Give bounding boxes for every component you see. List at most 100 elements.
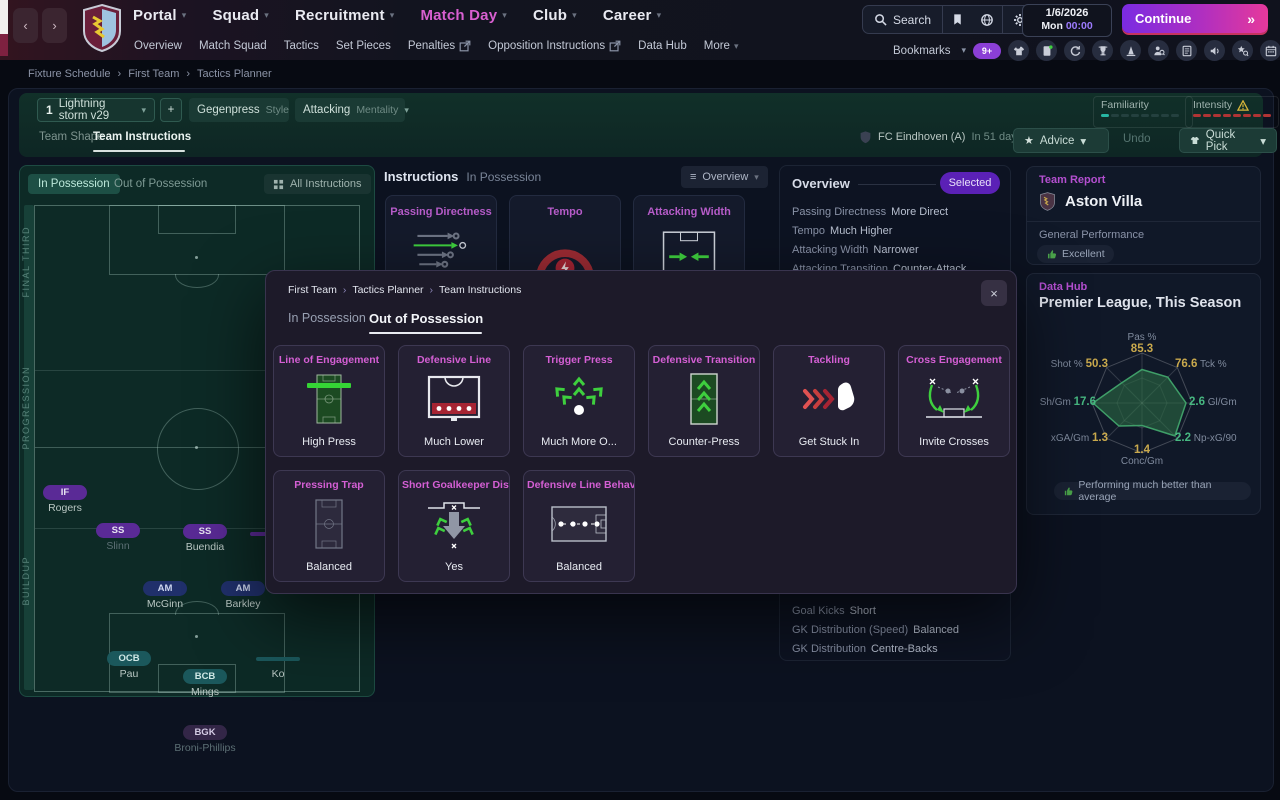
tactic-slot-number: 1 xyxy=(46,103,53,117)
subnav-set-pieces[interactable]: Set Pieces xyxy=(336,40,391,52)
subnav-match-squad[interactable]: Match Squad xyxy=(199,40,267,52)
tactic-select[interactable]: 1 Lightning storm v29 ▾ xyxy=(37,98,155,122)
instruction-card-line-of-engagement[interactable]: Line of Engagement High Press xyxy=(273,345,385,457)
inbox-badge[interactable]: 9+ xyxy=(973,42,1002,59)
player-mings[interactable]: BCB Mings xyxy=(157,666,253,698)
view-dropdown[interactable]: ≡ Overview ▾ xyxy=(681,166,768,188)
modal-tab-in-possession[interactable]: In Possession xyxy=(288,311,366,325)
nav-career[interactable]: Career ▾ xyxy=(603,7,661,24)
announcement-icon[interactable] xyxy=(1204,40,1226,61)
instruction-card-defensive-line[interactable]: Defensive Line Much Lower xyxy=(398,345,510,457)
nav-club[interactable]: Club ▾ xyxy=(533,7,577,24)
club-row[interactable]: Aston Villa xyxy=(1039,191,1142,212)
subnav-opposition-instructions[interactable]: Opposition Instructions xyxy=(488,40,621,52)
thumbs-up-icon xyxy=(1064,487,1073,495)
tab-team-instructions[interactable]: Team Instructions xyxy=(93,131,191,143)
search-toolbar: Search xyxy=(862,5,1039,34)
instruction-card-trigger-press[interactable]: Trigger Press Much More O... xyxy=(523,345,635,457)
subnav-penalties[interactable]: Penalties xyxy=(408,40,471,52)
globe-icon xyxy=(981,13,993,26)
crumb-tactics-planner[interactable]: Tactics Planner xyxy=(197,68,272,80)
instruction-card-defensive-transition[interactable]: Defensive Transition Counter-Press xyxy=(648,345,760,457)
subnav-more[interactable]: More ▾ xyxy=(704,40,739,52)
player-role-badge[interactable]: IF xyxy=(43,485,87,500)
bookmarks-label[interactable]: Bookmarks xyxy=(893,45,951,57)
history-back-button[interactable]: ‹ xyxy=(13,8,38,43)
player-broni-phillips[interactable]: BGK Broni-Phillips xyxy=(157,722,253,754)
pitch-tab-out-of-possession[interactable]: Out of Possession xyxy=(104,174,217,194)
subnav-overview[interactable]: Overview xyxy=(134,40,182,52)
date-value: 1/6/2026 xyxy=(1045,7,1089,19)
world-button[interactable] xyxy=(972,6,1002,33)
sync-icon[interactable] xyxy=(1064,40,1086,61)
player-role-badge[interactable]: AM xyxy=(143,581,187,596)
continue-button[interactable]: Continue » xyxy=(1122,4,1268,33)
trophy-icon[interactable] xyxy=(1092,40,1114,61)
undo-button[interactable]: Undo xyxy=(1123,133,1151,145)
modal-tab-out-of-possession[interactable]: Out of Possession xyxy=(369,311,483,326)
search-button[interactable]: Search xyxy=(863,6,942,33)
tempo-gauge-icon xyxy=(536,249,594,276)
player-rogers[interactable]: IF Rogers xyxy=(17,482,113,514)
aston-villa-crest xyxy=(83,3,121,53)
thumbs-up-icon xyxy=(1047,249,1057,258)
mentality-select[interactable]: Attacking Mentality ▾ xyxy=(295,98,409,122)
scouting-icon[interactable] xyxy=(1148,40,1170,61)
history-forward-button[interactable]: › xyxy=(42,8,67,43)
nav-portal[interactable]: Portal ▾ xyxy=(133,7,186,24)
squad-shirt-icon[interactable] xyxy=(1008,40,1030,61)
chevron-down-icon[interactable]: ▾ xyxy=(962,45,967,56)
instruction-card-cross-engagement[interactable]: Cross Engagement Invite Crosses xyxy=(898,345,1010,457)
player-role-badge[interactable] xyxy=(256,657,300,661)
chevron-down-icon: ▾ xyxy=(1080,135,1087,148)
external-link-icon xyxy=(609,40,621,52)
instruction-card-defensive-line-behaviour[interactable]: Defensive Line Behavio Balanced xyxy=(523,470,635,582)
game-date[interactable]: 1/6/2026 Mon 00:00 xyxy=(1022,4,1112,37)
calendar-icon[interactable] xyxy=(1260,40,1280,61)
quick-pick-button[interactable]: Quick Pick ▾ xyxy=(1179,128,1277,153)
next-match-info[interactable]: FC Eindhoven (A) In 51 days xyxy=(859,130,1022,144)
nav-match-day[interactable]: Match Day ▾ xyxy=(420,7,507,24)
selected-button[interactable]: Selected xyxy=(940,172,1000,194)
main-nav: Portal ▾ Squad ▾ Recruitment ▾ Match Day ▾ C… xyxy=(133,7,661,24)
player-role-badge[interactable]: AM xyxy=(221,581,265,596)
nav-recruitment[interactable]: Recruitment ▾ xyxy=(295,7,394,24)
training-cone-icon[interactable] xyxy=(1120,40,1142,61)
crumb-fixture-schedule[interactable]: Fixture Schedule xyxy=(28,68,111,80)
trigger-press-icon xyxy=(555,376,603,415)
list-report-icon[interactable] xyxy=(1176,40,1198,61)
tactic-name: Lightning storm v29 xyxy=(58,98,110,122)
subnav-tactics[interactable]: Tactics xyxy=(284,40,319,52)
app: { "colors": { "accent_purple": "#7c3aed"… xyxy=(0,0,1280,800)
nav-squad[interactable]: Squad ▾ xyxy=(212,7,269,24)
advice-button[interactable]: ★ Advice ▾ xyxy=(1013,128,1109,153)
subnav-data-hub[interactable]: Data Hub xyxy=(638,40,687,52)
notes-button[interactable] xyxy=(943,6,972,33)
style-select[interactable]: Gegenpress Style ▾ xyxy=(189,98,300,122)
search-icon xyxy=(875,14,887,26)
all-instructions-button[interactable]: All Instructions xyxy=(264,174,371,194)
star-icon: ★ xyxy=(1024,135,1034,147)
instruction-card-tackling[interactable]: Tackling Get Stuck In xyxy=(773,345,885,457)
player-name: Broni-Phillips xyxy=(174,742,236,754)
player-role-badge[interactable]: BGK xyxy=(183,725,227,740)
player-role-badge[interactable]: SS xyxy=(96,523,140,538)
modal-breadcrumb: First Team › Tactics Planner › Team Instru… xyxy=(288,284,522,296)
crumb-first-team[interactable]: First Team xyxy=(128,68,179,80)
player-slinn[interactable]: SS Slinn xyxy=(70,520,166,552)
player-role-badge[interactable]: BCB xyxy=(183,669,227,684)
center-spot xyxy=(195,446,198,449)
player-role-badge[interactable]: SS xyxy=(183,524,227,539)
modal-close-button[interactable]: × xyxy=(981,280,1007,306)
penalty-spot-top xyxy=(195,256,198,259)
team-report-title: Team Report xyxy=(1039,174,1106,186)
chevron-down-icon: ▾ xyxy=(141,104,146,115)
profile-card-icon[interactable] xyxy=(1036,40,1058,61)
instruction-card-pressing-trap[interactable]: Pressing Trap Balanced xyxy=(273,470,385,582)
add-tactic-button[interactable]: + xyxy=(160,98,182,122)
player-name: Mings xyxy=(190,686,219,698)
search-star-icon[interactable] xyxy=(1232,40,1254,61)
chevron-down-icon: ▾ xyxy=(656,10,662,20)
player-role-badge[interactable]: OCB xyxy=(107,651,151,666)
instruction-card-short-goalkeeper-distribution[interactable]: Short Goalkeeper Distr Yes xyxy=(398,470,510,582)
